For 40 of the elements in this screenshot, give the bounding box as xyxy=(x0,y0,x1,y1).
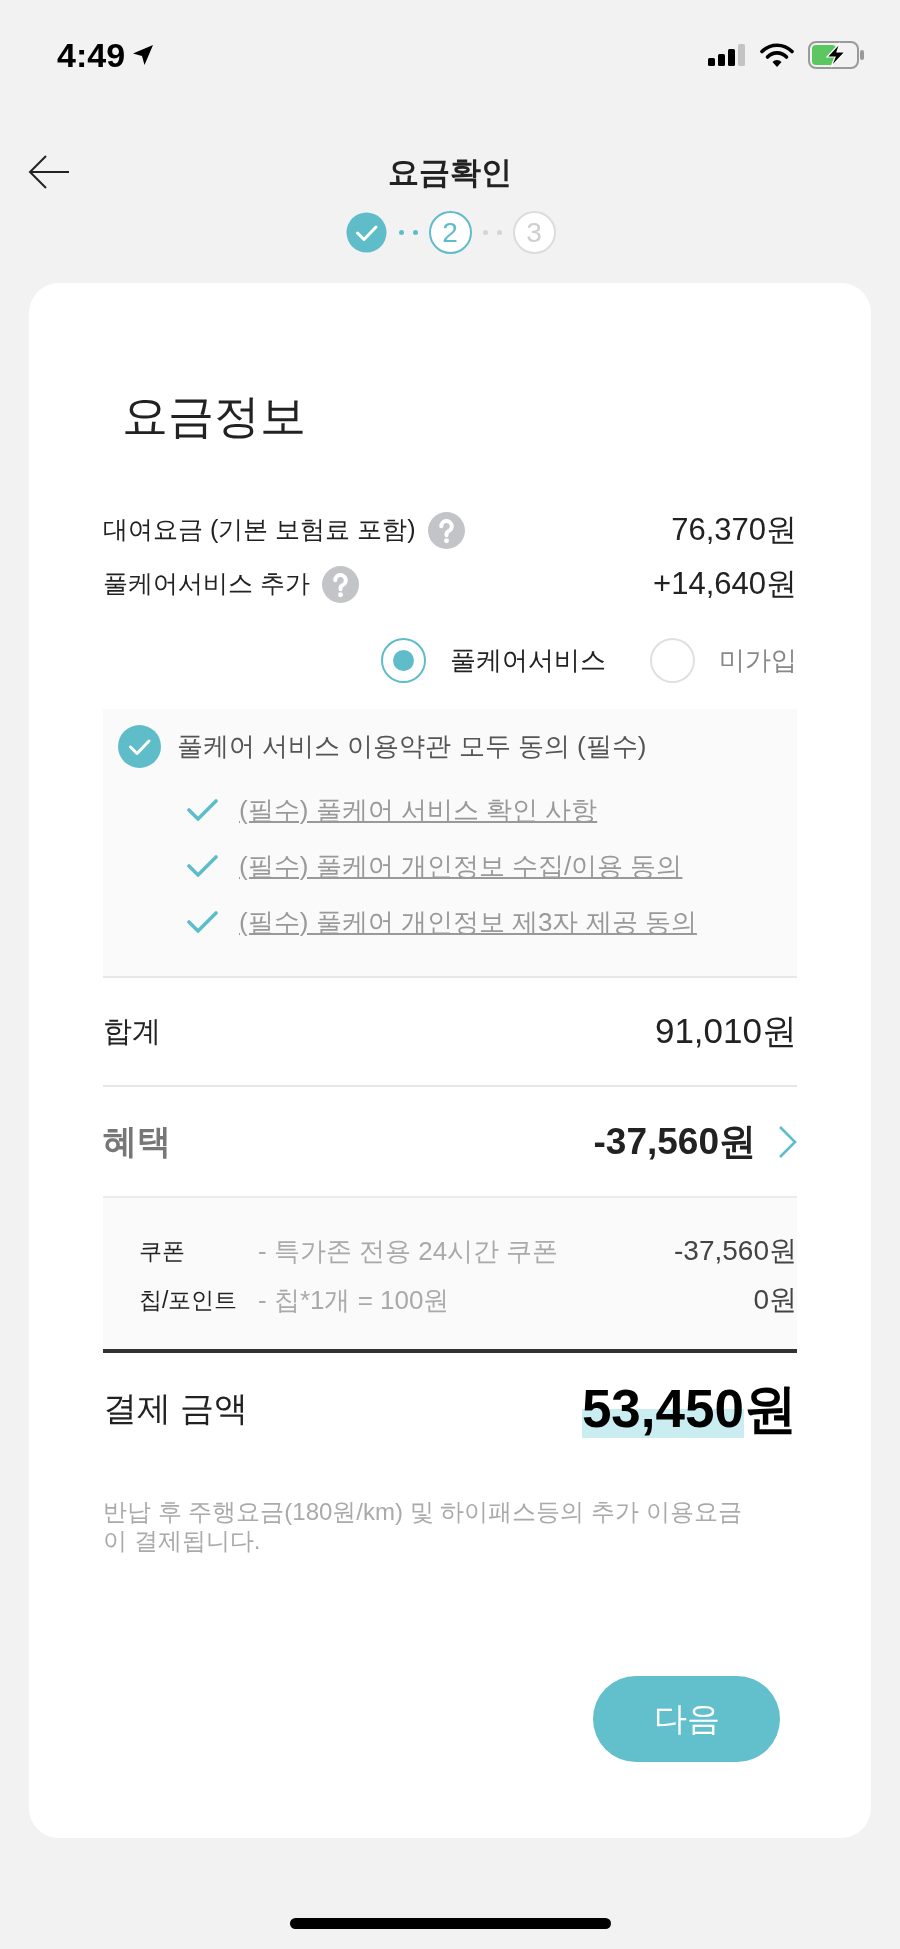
check-icon[interactable] xyxy=(187,910,218,934)
fee-label: 풀케어서비스 추가 xyxy=(103,568,310,600)
detail-value: 0원 xyxy=(753,1283,797,1317)
check-icon[interactable] xyxy=(187,854,218,878)
step-indicator: 2 xyxy=(428,211,472,254)
check-icon[interactable] xyxy=(187,798,218,822)
next-button[interactable]: 다음 xyxy=(593,1676,780,1762)
chevron-right-icon[interactable] xyxy=(778,1124,797,1159)
radio-button[interactable] xyxy=(381,637,426,683)
signal-icon xyxy=(708,44,746,66)
payment-note: 반납 후 주행요금(180원/km) 및 하이패스등의 추가 이용요금이 결제됩니다. xyxy=(103,1497,743,1555)
detail-description: - 특가존 전용 24시간 쿠폰 xyxy=(258,1234,559,1268)
benefit-label: 혜택 xyxy=(103,1121,171,1162)
detail-label: 칩/포인트 xyxy=(139,1285,239,1315)
terms-link[interactable]: (필수) 풀케어 개인정보 제3자 제공 동의 xyxy=(239,902,697,942)
radio-label[interactable]: 미가입 xyxy=(719,640,797,680)
page-title: 요금확인 xyxy=(388,156,512,188)
detail-value: -37,560원 xyxy=(674,1234,797,1268)
detail-label: 쿠폰 xyxy=(139,1236,186,1266)
terms-link[interactable]: (필수) 풀케어 개인정보 수집/이용 동의 xyxy=(239,846,683,886)
total-value: 91,010원 xyxy=(654,1010,797,1053)
radio-label[interactable]: 풀케어서비스 xyxy=(450,640,606,680)
battery-charging-icon xyxy=(808,41,865,69)
fee-value: +14,640원 xyxy=(653,564,797,603)
payment-label: 결제 금액 xyxy=(103,1387,249,1429)
back-arrow-icon[interactable] xyxy=(28,154,70,190)
section-title: 요금정보 xyxy=(122,389,307,443)
check-circle-icon[interactable] xyxy=(118,725,161,768)
fee-value: 76,370원 xyxy=(671,510,797,549)
help-icon[interactable] xyxy=(321,565,359,603)
total-label: 합계 xyxy=(103,1013,161,1049)
wifi-icon xyxy=(760,43,794,67)
help-icon[interactable] xyxy=(427,511,465,549)
fee-label: 대여요금 (기본 보험료 포함) xyxy=(103,514,416,546)
location-arrow-icon xyxy=(133,45,154,65)
detail-description: - 칩*1개 = 100원 xyxy=(258,1283,450,1317)
agreement-label[interactable]: 풀케어 서비스 이용약관 모두 동의 (필수) xyxy=(177,727,647,766)
status-time: 4:49 xyxy=(57,38,126,72)
benefit-value: -37,560원 xyxy=(593,1119,756,1164)
terms-link[interactable]: (필수) 풀케어 서비스 확인 사항 xyxy=(239,790,598,830)
